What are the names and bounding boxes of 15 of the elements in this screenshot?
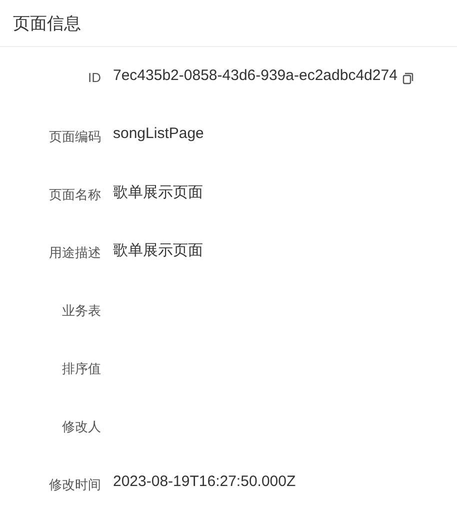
field-value: 歌单展示页面 (113, 183, 203, 202)
field-label: 修改时间 (48, 476, 101, 494)
field-value: 2023-08-19T16:27:50.000Z (113, 473, 296, 490)
field-label: 修改人 (61, 418, 101, 436)
field-label: ID (87, 69, 101, 85)
field-label: 用途描述 (48, 244, 101, 262)
copy-icon[interactable] (402, 72, 414, 85)
field-value: songListPage (113, 125, 204, 142)
field-label: 排序值 (61, 360, 101, 378)
field-value: 歌单展示页面 (113, 241, 203, 260)
field-label: 业务表 (61, 302, 101, 320)
field-label: 页面名称 (48, 186, 101, 204)
field-value: 7ec435b2-0858-43d6-939a-ec2adbc4d274 (113, 67, 398, 84)
field-label: 页面编码 (48, 128, 101, 146)
card-title: 页面信息 (13, 12, 81, 34)
